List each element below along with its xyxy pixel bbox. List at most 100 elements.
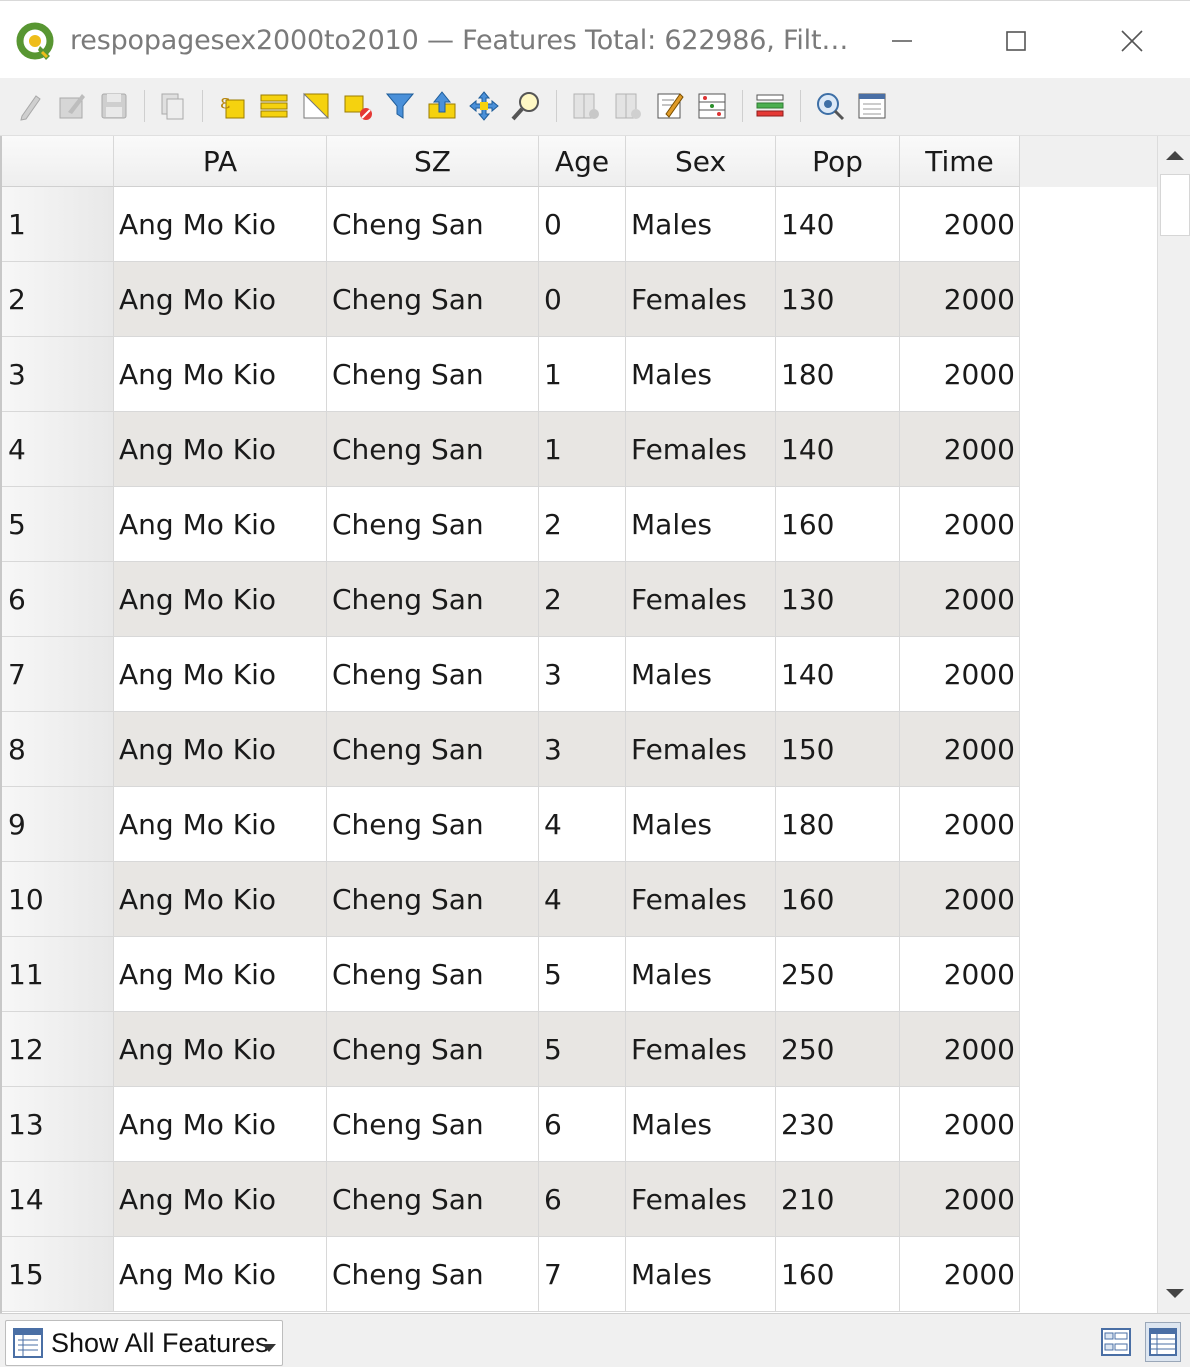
cell-pa[interactable]: Ang Mo Kio: [114, 337, 327, 412]
cell-time[interactable]: 2000: [900, 1162, 1020, 1237]
cell-time[interactable]: 2000: [900, 1087, 1020, 1162]
cell-pop[interactable]: 230: [776, 1087, 900, 1162]
cell-pa[interactable]: Ang Mo Kio: [114, 637, 327, 712]
cell-pop[interactable]: 150: [776, 712, 900, 787]
cell-sz[interactable]: Cheng San: [327, 712, 539, 787]
select-all-icon[interactable]: [256, 88, 292, 124]
maximize-icon[interactable]: [998, 23, 1034, 59]
cell-age[interactable]: 0: [539, 187, 626, 262]
pan-to-selection-icon[interactable]: [466, 88, 502, 124]
cell-age[interactable]: 3: [539, 637, 626, 712]
row-header[interactable]: 6: [2, 562, 114, 637]
feature-filter-dropdown[interactable]: Show All Features: [5, 1320, 283, 1366]
cell-age[interactable]: 7: [539, 1237, 626, 1312]
table-row[interactable]: 5 Ang Mo Kio Cheng San 2 Males 160 2000: [2, 487, 1020, 562]
cell-sex[interactable]: Males: [626, 337, 776, 412]
cell-sz[interactable]: Cheng San: [327, 487, 539, 562]
cell-age[interactable]: 2: [539, 562, 626, 637]
cell-time[interactable]: 2000: [900, 487, 1020, 562]
table-row[interactable]: 12 Ang Mo Kio Cheng San 5 Females 250 2000: [2, 1012, 1020, 1087]
table-row[interactable]: 3 Ang Mo Kio Cheng San 1 Males 180 2000: [2, 337, 1020, 412]
cell-pop[interactable]: 160: [776, 487, 900, 562]
copy-selected-icon[interactable]: [154, 88, 190, 124]
cell-time[interactable]: 2000: [900, 637, 1020, 712]
select-by-expression-icon[interactable]: ε: [214, 88, 250, 124]
cell-time[interactable]: 2000: [900, 262, 1020, 337]
cell-age[interactable]: 4: [539, 862, 626, 937]
delete-field-icon[interactable]: [610, 88, 646, 124]
form-view-button[interactable]: [1098, 1322, 1134, 1362]
column-header-sz[interactable]: SZ: [327, 136, 539, 187]
row-header[interactable]: 1: [2, 187, 114, 262]
table-row[interactable]: 1 Ang Mo Kio Cheng San 0 Males 140 2000: [2, 187, 1020, 262]
cell-time[interactable]: 2000: [900, 562, 1020, 637]
row-header[interactable]: 14: [2, 1162, 114, 1237]
cell-sex[interactable]: Females: [626, 1012, 776, 1087]
cell-sex[interactable]: Females: [626, 1162, 776, 1237]
cell-pa[interactable]: Ang Mo Kio: [114, 1087, 327, 1162]
vertical-scrollbar[interactable]: [1157, 136, 1190, 1313]
cell-sex[interactable]: Females: [626, 262, 776, 337]
table-view-button[interactable]: [1145, 1322, 1181, 1362]
cell-time[interactable]: 2000: [900, 862, 1020, 937]
new-field-icon[interactable]: [568, 88, 604, 124]
cell-sz[interactable]: Cheng San: [327, 187, 539, 262]
cell-sz[interactable]: Cheng San: [327, 1162, 539, 1237]
cell-sz[interactable]: Cheng San: [327, 937, 539, 1012]
column-header-pop[interactable]: Pop: [776, 136, 900, 187]
table-row[interactable]: 2 Ang Mo Kio Cheng San 0 Females 130 2000: [2, 262, 1020, 337]
row-header[interactable]: 9: [2, 787, 114, 862]
cell-pop[interactable]: 160: [776, 1237, 900, 1312]
row-header[interactable]: 12: [2, 1012, 114, 1087]
cell-sz[interactable]: Cheng San: [327, 337, 539, 412]
cell-sex[interactable]: Females: [626, 562, 776, 637]
cell-pa[interactable]: Ang Mo Kio: [114, 937, 327, 1012]
dock-table-icon[interactable]: [854, 88, 890, 124]
organize-columns-icon[interactable]: [752, 88, 788, 124]
cell-time[interactable]: 2000: [900, 412, 1020, 487]
cell-pop[interactable]: 130: [776, 262, 900, 337]
cell-pa[interactable]: Ang Mo Kio: [114, 1237, 327, 1312]
cell-age[interactable]: 5: [539, 1012, 626, 1087]
invert-selection-icon[interactable]: [298, 88, 334, 124]
cell-age[interactable]: 0: [539, 262, 626, 337]
cell-time[interactable]: 2000: [900, 712, 1020, 787]
cell-pop[interactable]: 160: [776, 862, 900, 937]
table-row[interactable]: 13 Ang Mo Kio Cheng San 6 Males 230 2000: [2, 1087, 1020, 1162]
cell-age[interactable]: 3: [539, 712, 626, 787]
row-header[interactable]: 11: [2, 937, 114, 1012]
cell-age[interactable]: 4: [539, 787, 626, 862]
cell-time[interactable]: 2000: [900, 1012, 1020, 1087]
row-header[interactable]: 7: [2, 637, 114, 712]
row-header[interactable]: 8: [2, 712, 114, 787]
cell-time[interactable]: 2000: [900, 337, 1020, 412]
cell-sex[interactable]: Females: [626, 862, 776, 937]
cell-pa[interactable]: Ang Mo Kio: [114, 1162, 327, 1237]
column-header-age[interactable]: Age: [539, 136, 626, 187]
cell-pop[interactable]: 250: [776, 1012, 900, 1087]
cell-pa[interactable]: Ang Mo Kio: [114, 262, 327, 337]
cell-sz[interactable]: Cheng San: [327, 1237, 539, 1312]
cell-sex[interactable]: Males: [626, 187, 776, 262]
cell-pa[interactable]: Ang Mo Kio: [114, 787, 327, 862]
table-row[interactable]: 8 Ang Mo Kio Cheng San 3 Females 150 2000: [2, 712, 1020, 787]
cell-sex[interactable]: Females: [626, 412, 776, 487]
row-header[interactable]: 3: [2, 337, 114, 412]
deselect-all-icon[interactable]: [340, 88, 376, 124]
cell-age[interactable]: 1: [539, 412, 626, 487]
row-header[interactable]: 10: [2, 862, 114, 937]
cell-sz[interactable]: Cheng San: [327, 1012, 539, 1087]
cell-pa[interactable]: Ang Mo Kio: [114, 1012, 327, 1087]
filter-select-icon[interactable]: [382, 88, 418, 124]
cell-pa[interactable]: Ang Mo Kio: [114, 712, 327, 787]
cell-sex[interactable]: Males: [626, 1237, 776, 1312]
cell-age[interactable]: 6: [539, 1162, 626, 1237]
cell-sex[interactable]: Males: [626, 937, 776, 1012]
cell-pop[interactable]: 250: [776, 937, 900, 1012]
column-header-sex[interactable]: Sex: [626, 136, 776, 187]
cell-pop[interactable]: 180: [776, 787, 900, 862]
cell-sz[interactable]: Cheng San: [327, 262, 539, 337]
close-icon[interactable]: [1114, 23, 1150, 59]
cell-pop[interactable]: 140: [776, 187, 900, 262]
cell-pa[interactable]: Ang Mo Kio: [114, 862, 327, 937]
